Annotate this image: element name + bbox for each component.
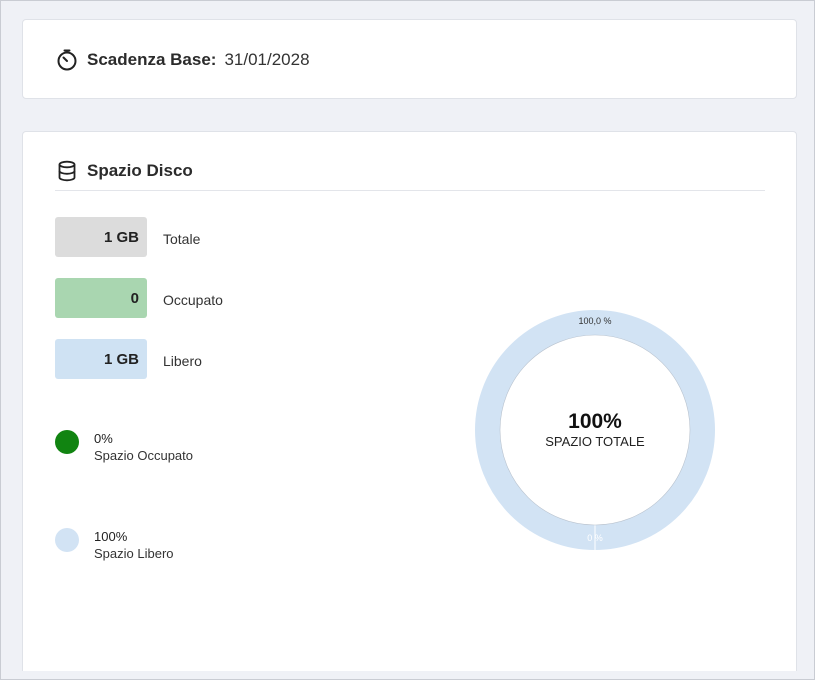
legend-used-label: Spazio Occupato bbox=[94, 448, 194, 463]
donut-center: 100% SPAZIO TOTALE bbox=[473, 308, 717, 552]
stat-free-label: Libero bbox=[163, 353, 202, 369]
stat-free: 1 GB Libero bbox=[55, 339, 202, 379]
disk-usage-donut-chart: 100,0 % 0 % 100% SPAZIO TOTALE bbox=[473, 308, 717, 552]
legend-dot-free bbox=[55, 528, 79, 552]
legend-free-label: Spazio Libero bbox=[94, 546, 174, 561]
stat-free-value: 1 GB bbox=[55, 339, 147, 379]
legend-item-free: 100% Spazio Libero bbox=[55, 528, 174, 562]
legend-item-used: 0% Spazio Occupato bbox=[55, 430, 193, 464]
expiry-date: 31/01/2028 bbox=[224, 50, 310, 69]
disk-space-title: Spazio Disco bbox=[87, 161, 193, 180]
donut-center-value: 100% bbox=[568, 410, 622, 433]
stat-used-label: Occupato bbox=[163, 292, 223, 308]
expiry-row: Scadenza Base: 31/01/2028 bbox=[55, 48, 310, 72]
stopwatch-icon bbox=[55, 48, 79, 72]
stat-total-label: Totale bbox=[163, 231, 201, 247]
stat-used-value: 0 bbox=[55, 278, 147, 318]
legend-dot-used bbox=[55, 430, 79, 454]
legend-used-percent: 0% bbox=[94, 431, 113, 446]
database-icon bbox=[55, 159, 79, 183]
stat-used: 0 Occupato bbox=[55, 278, 223, 318]
donut-center-label: SPAZIO TOTALE bbox=[545, 434, 645, 449]
disk-space-card: Spazio Disco 1 GB Totale 0 Occupato 1 GB… bbox=[22, 131, 797, 671]
stat-total-value: 1 GB bbox=[55, 217, 147, 257]
expiry-label: Scadenza Base: bbox=[87, 50, 217, 69]
legend-free-percent: 100% bbox=[94, 529, 128, 544]
disk-space-header: Spazio Disco bbox=[55, 159, 193, 183]
expiry-card: Scadenza Base: 31/01/2028 bbox=[22, 19, 797, 99]
divider bbox=[55, 190, 765, 191]
stat-total: 1 GB Totale bbox=[55, 217, 200, 257]
